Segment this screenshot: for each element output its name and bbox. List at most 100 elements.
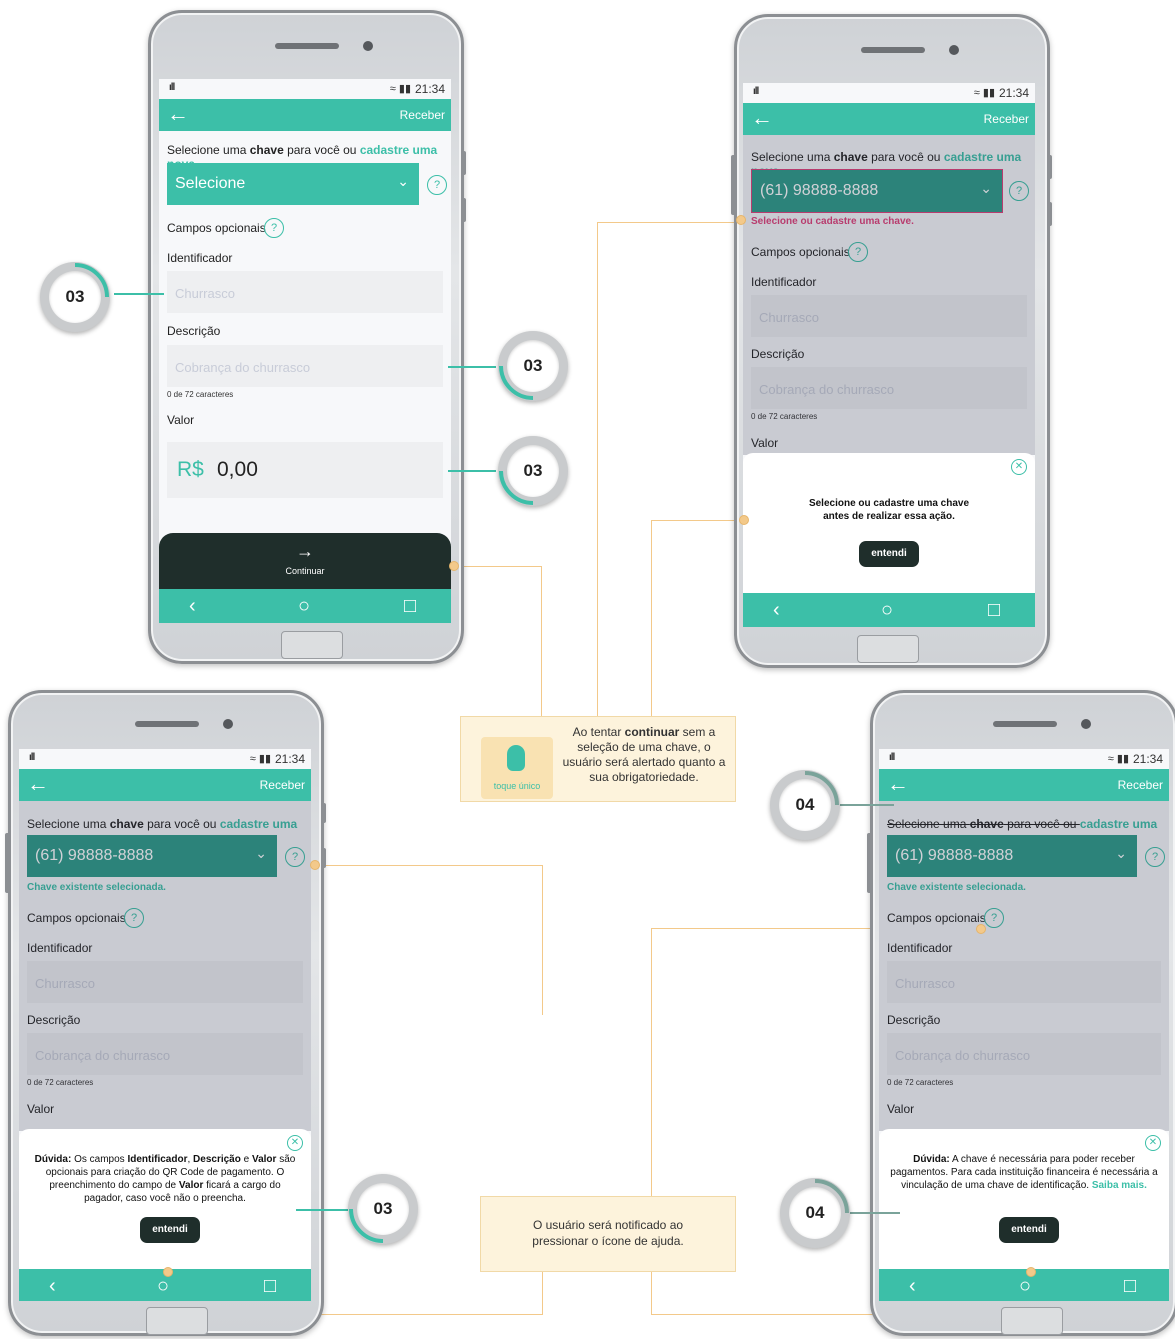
back-arrow-icon[interactable]: ← bbox=[27, 771, 49, 797]
signal-icon: ıll bbox=[889, 752, 895, 763]
app-bar: ← Receber bbox=[19, 769, 311, 801]
connector-line bbox=[597, 222, 598, 716]
nav-bar: ‹ ○ □ bbox=[743, 593, 1035, 627]
dim-overlay bbox=[879, 801, 1169, 1131]
amount-value: 0,00 bbox=[217, 458, 258, 481]
nav-home-icon[interactable]: ○ bbox=[1019, 1275, 1031, 1298]
understood-button[interactable]: entendi bbox=[140, 1217, 200, 1243]
speaker bbox=[135, 721, 199, 727]
help-icon[interactable]: ? bbox=[264, 218, 284, 238]
currency-symbol: R$ bbox=[177, 458, 204, 481]
side-button bbox=[1047, 202, 1052, 226]
description-input[interactable]: Cobrança do churrasco bbox=[167, 345, 443, 387]
nav-home-icon[interactable]: ○ bbox=[157, 1275, 169, 1298]
home-button bbox=[1001, 1307, 1063, 1335]
close-icon[interactable]: ✕ bbox=[1145, 1135, 1161, 1151]
phone-frame: ıll ≈ ▮▮ 21:34 ← Receber Selecione uma c… bbox=[867, 690, 1175, 1336]
help-icon[interactable]: ? bbox=[427, 175, 447, 195]
touch-caption: toque único bbox=[493, 781, 541, 791]
note-text: Ao tentar continuar sem a seleção de uma… bbox=[562, 725, 726, 784]
side-button bbox=[5, 833, 10, 893]
status-bar: ıll ≈ ▮▮ 21:34 bbox=[879, 749, 1169, 769]
nav-recent-icon[interactable]: □ bbox=[264, 1275, 276, 1298]
arrow-right-icon: → bbox=[296, 541, 314, 561]
continue-label: Continuar bbox=[285, 566, 325, 576]
side-button bbox=[731, 155, 736, 215]
side-button bbox=[461, 151, 466, 175]
nav-back-icon[interactable]: ‹ bbox=[49, 1275, 56, 1298]
step-number: 03 bbox=[357, 1183, 409, 1235]
speaker bbox=[275, 43, 339, 49]
app-bar: ← Receber bbox=[159, 99, 451, 131]
annotation-note: toque único Ao tentar continuar sem a se… bbox=[460, 716, 736, 802]
connector-dot bbox=[736, 215, 746, 225]
side-button bbox=[321, 803, 326, 823]
connector-line bbox=[300, 865, 542, 866]
status-bar: ıll ≈ ▮▮ 21:34 bbox=[159, 79, 451, 99]
wifi-battery-icon: ≈ ▮▮ bbox=[973, 87, 995, 99]
close-icon[interactable]: ✕ bbox=[287, 1135, 303, 1151]
help-message: Dúvida: Os campos Identificador, Descriç… bbox=[34, 1154, 296, 1204]
key-select[interactable]: Selecione ⌄ bbox=[167, 163, 419, 205]
value-input[interactable]: R$ 0,00 bbox=[167, 442, 443, 498]
connector-line bbox=[597, 222, 737, 223]
nav-recent-icon[interactable]: □ bbox=[1124, 1275, 1136, 1298]
connector-line bbox=[542, 1270, 543, 1315]
nav-home-icon[interactable]: ○ bbox=[298, 595, 310, 618]
step-number: 04 bbox=[779, 779, 831, 831]
home-button bbox=[281, 631, 343, 659]
signal-icon: ıll bbox=[169, 82, 175, 93]
nav-home-icon[interactable]: ○ bbox=[881, 599, 893, 622]
app-bar: ← Receber bbox=[743, 103, 1035, 135]
app-bar: ← Receber bbox=[879, 769, 1169, 801]
continue-button[interactable]: → Continuar bbox=[159, 533, 451, 589]
identifier-input[interactable]: Churrasco bbox=[167, 271, 443, 313]
description-placeholder: Cobrança do churrasco bbox=[175, 360, 311, 375]
status-time: 21:34 bbox=[274, 752, 305, 766]
back-arrow-icon[interactable]: ← bbox=[751, 105, 773, 131]
description-label: Descrição bbox=[167, 324, 221, 338]
back-arrow-icon[interactable]: ← bbox=[167, 101, 189, 127]
step-badge: 04 bbox=[770, 770, 840, 840]
connector-dot bbox=[449, 561, 459, 571]
connector-dot bbox=[1026, 1267, 1036, 1277]
connector-line bbox=[651, 520, 652, 716]
pointer-line bbox=[296, 1209, 348, 1211]
phone-frame: ıll ≈ ▮▮ 21:34 ← Receber Selecione uma c… bbox=[148, 10, 466, 664]
connector-dot bbox=[739, 515, 749, 525]
status-bar: ıll ≈ ▮▮ 21:34 bbox=[743, 83, 1035, 103]
connector-line bbox=[651, 520, 741, 521]
camera bbox=[363, 41, 373, 51]
learn-more-link[interactable]: Saiba mais. bbox=[1092, 1180, 1147, 1191]
speaker bbox=[861, 47, 925, 53]
pointer-line bbox=[114, 293, 164, 295]
understood-button[interactable]: entendi bbox=[859, 541, 919, 567]
understood-button[interactable]: entendi bbox=[999, 1217, 1059, 1243]
optional-fields-label: Campos opcionais bbox=[167, 221, 266, 235]
side-button bbox=[321, 848, 326, 868]
step-badge: 03 bbox=[348, 1174, 418, 1244]
back-arrow-icon[interactable]: ← bbox=[887, 771, 909, 797]
status-time: 21:34 bbox=[998, 86, 1029, 100]
help-message: Dúvida: A chave é necessária para poder … bbox=[890, 1154, 1158, 1191]
nav-back-icon[interactable]: ‹ bbox=[909, 1275, 916, 1298]
nav-recent-icon[interactable]: □ bbox=[404, 595, 416, 618]
nav-back-icon[interactable]: ‹ bbox=[773, 599, 780, 622]
nav-back-icon[interactable]: ‹ bbox=[189, 595, 196, 618]
step-number: 03 bbox=[49, 271, 101, 323]
nav-recent-icon[interactable]: □ bbox=[988, 599, 1000, 622]
phone-frame: ıll ≈ ▮▮ 21:34 ← Receber Selecione uma c… bbox=[5, 690, 326, 1336]
home-button bbox=[857, 635, 919, 663]
pointer-line bbox=[448, 366, 496, 368]
header-title: Receber bbox=[983, 112, 1029, 126]
close-icon[interactable]: ✕ bbox=[1011, 459, 1027, 475]
camera bbox=[949, 45, 959, 55]
header-title: Receber bbox=[1117, 778, 1163, 792]
connector-dot bbox=[163, 1267, 173, 1277]
step-badge: 04 bbox=[780, 1178, 850, 1248]
status-bar: ıll ≈ ▮▮ 21:34 bbox=[19, 749, 311, 769]
camera bbox=[1081, 719, 1091, 729]
identifier-placeholder: Churrasco bbox=[175, 286, 235, 301]
step-badge: 03 bbox=[40, 262, 110, 332]
identifier-label: Identificador bbox=[167, 251, 233, 265]
